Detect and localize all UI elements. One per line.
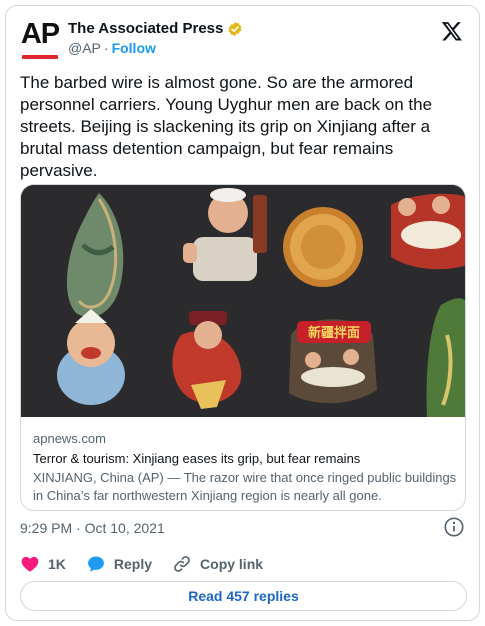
copy-link-label: Copy link [200, 556, 264, 572]
link-description: XINJIANG, China (AP) — The razor wire th… [33, 470, 457, 503]
reply-button[interactable]: Reply [86, 554, 152, 574]
link-domain: apnews.com [33, 431, 106, 446]
noodle-shop-magnet-image: 新疆拌面 [289, 319, 377, 404]
heart-icon [21, 556, 39, 572]
like-count: 1K [48, 556, 66, 572]
author-display-name[interactable]: The Associated Press [68, 20, 223, 37]
like-button[interactable]: 1K [20, 554, 66, 574]
info-icon[interactable] [443, 516, 465, 538]
naan-bread-magnet-image [283, 207, 363, 287]
copy-link-button[interactable]: Copy link [172, 554, 263, 574]
tweet-actions: 1K Reply Copy link [20, 552, 283, 576]
x-logo-icon[interactable] [441, 20, 463, 42]
noodle-shop-sign-text: 新疆拌面 [308, 325, 360, 341]
reply-label: Reply [113, 556, 153, 572]
ap-logo-text: AP [20, 18, 60, 50]
follow-button[interactable]: Follow [112, 40, 156, 56]
verified-badge-icon [229, 21, 242, 36]
tweet-text: The barbed wire is almost gone. So are t… [20, 73, 433, 180]
link-preview-card[interactable]: 新疆拌面 apnews.com Terror & tourism: Xinjia… [20, 184, 466, 511]
link-preview-image: 新疆拌面 [21, 185, 465, 417]
author-handle-row: @AP · Follow [68, 40, 156, 56]
read-replies-button[interactable]: Read 457 replies [20, 581, 467, 611]
restaurant-magnet-image [391, 193, 465, 270]
ap-logo-red-bar [22, 55, 58, 59]
tweet-embed-card: AP The Associated Press @AP · Follow The… [5, 5, 480, 621]
link-icon [174, 556, 190, 572]
reply-bubble-icon [87, 556, 104, 572]
author-name-row: The Associated Press [68, 20, 243, 37]
ap-logo-avatar[interactable]: AP [20, 18, 60, 60]
author-handle[interactable]: @AP [68, 40, 101, 56]
handle-separator: · [103, 40, 109, 56]
link-title[interactable]: Terror & tourism: Xinjiang eases its gri… [33, 450, 458, 468]
link-preview-meta: apnews.com Terror & tourism: Xinjiang ea… [33, 430, 458, 505]
tweet-timestamp[interactable]: 9:29 PM · Oct 10, 2021 [20, 520, 165, 536]
